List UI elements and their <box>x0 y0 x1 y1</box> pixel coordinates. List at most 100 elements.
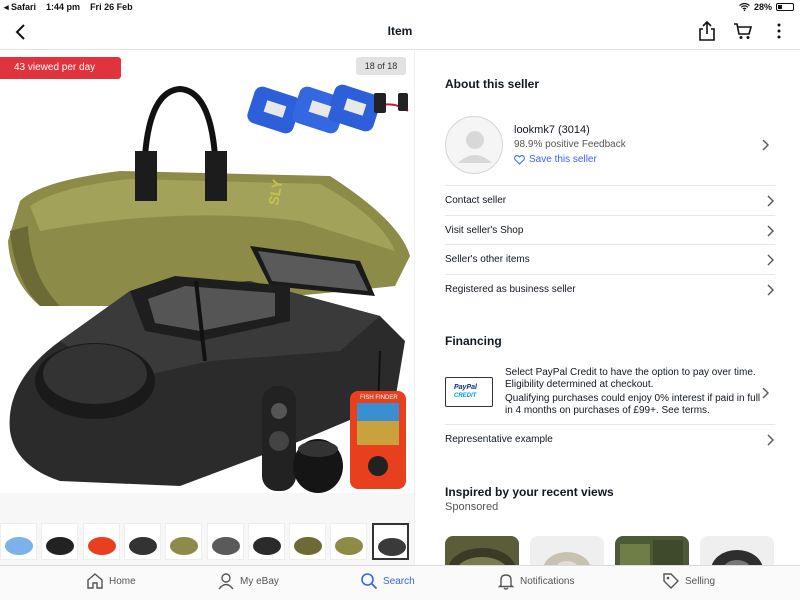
tab-search[interactable]: Search <box>360 572 415 590</box>
cart-icon <box>734 23 753 39</box>
navigation-bar: Item <box>0 14 800 50</box>
chevron-right-icon <box>767 434 774 446</box>
wifi-icon <box>739 3 750 11</box>
person-icon <box>218 573 234 590</box>
back-to-app[interactable]: ◂ Safari <box>4 2 36 13</box>
thumbnail-image <box>377 538 406 556</box>
recommendations-heading: Inspired by your recent views <box>445 485 614 499</box>
tab-selling-label: Selling <box>685 575 716 587</box>
thumbnail-6[interactable] <box>206 523 244 560</box>
fish-finder-image: FISH FINDER <box>350 391 406 489</box>
item-details-panel: About this seller lookmk7 (3014) 98.9% p… <box>414 51 800 565</box>
more-options-button[interactable] <box>768 20 790 42</box>
thumbnail-strip <box>0 493 414 565</box>
thumbnail-3[interactable] <box>82 523 120 560</box>
thumbnail-image <box>211 537 240 555</box>
thumbnail-image <box>294 537 323 555</box>
financing-heading: Financing <box>445 334 502 348</box>
chevron-right-icon[interactable] <box>762 387 770 399</box>
thumbnail-image <box>5 537 33 555</box>
thumbnail-8[interactable] <box>289 523 327 560</box>
page-title: Item <box>387 24 413 38</box>
thumbnail-image <box>87 537 116 555</box>
representative-example-row[interactable]: Representative example <box>445 424 775 454</box>
paypal-credit-logo: PayPal CREDIT <box>445 377 493 407</box>
thumbnail-image <box>252 537 281 555</box>
paypal-credit-text: CREDIT <box>454 393 477 399</box>
battery-percent: 28% <box>753 2 772 12</box>
bell-icon <box>497 574 515 590</box>
tab-search-label: Search <box>383 575 415 587</box>
tab-selling[interactable]: Selling <box>662 572 715 590</box>
thumbnail-image <box>170 537 199 555</box>
financing-text-1: Select PayPal Credit to have the option … <box>505 367 756 390</box>
thumbnail-9[interactable] <box>330 523 368 560</box>
chevron-right-icon <box>767 195 774 207</box>
recommendation-card[interactable] <box>445 536 519 565</box>
thumbnail-5[interactable] <box>165 523 203 560</box>
seller-avatar[interactable] <box>445 116 503 174</box>
chevron-right-icon <box>767 254 774 266</box>
share-icon <box>699 21 715 41</box>
representative-example-label: Representative example <box>445 434 553 445</box>
tab-my-ebay[interactable]: My eBay <box>217 572 279 590</box>
tab-my-ebay-label: My eBay <box>240 575 279 587</box>
seller-feedback: 98.9% positive Feedback <box>514 139 626 150</box>
financing-details[interactable]: Select PayPal Credit to have the option … <box>505 367 770 419</box>
search-icon <box>361 573 378 590</box>
chevron-right-icon[interactable] <box>762 139 770 151</box>
about-seller-heading: About this seller <box>445 77 540 91</box>
thumbnail-1[interactable] <box>0 523 37 560</box>
battery-icon <box>776 3 794 11</box>
chevron-right-icon <box>767 225 774 237</box>
sonar-sensor-image <box>293 439 343 493</box>
svg-text:FISH FINDER: FISH FINDER <box>360 395 398 401</box>
tab-notifications-label: Notifications <box>520 575 575 587</box>
tab-notifications[interactable]: Notifications <box>497 572 574 590</box>
tab-home[interactable]: Home <box>86 572 136 590</box>
battery-fill <box>778 5 782 9</box>
recommendation-card[interactable] <box>700 536 774 565</box>
thumbnail-4[interactable] <box>123 523 161 560</box>
status-time: 1:44 pm <box>46 2 81 12</box>
share-button[interactable] <box>696 20 718 42</box>
more-icon <box>777 23 781 39</box>
visit-shop-row[interactable]: Visit seller's Shop <box>445 215 775 245</box>
contact-seller-row[interactable]: Contact seller <box>445 185 775 215</box>
business-seller-row[interactable]: Registered as business seller <box>445 274 775 304</box>
seller-name[interactable]: lookmk7 (3014) <box>514 124 590 136</box>
person-placeholder-icon <box>458 131 492 163</box>
battery-pack-image <box>247 84 409 134</box>
seller-other-items-row[interactable]: Seller's other items <box>445 244 775 274</box>
recommendation-image <box>543 552 591 565</box>
recommendation-image <box>711 550 763 565</box>
paypal-logo-text: PayPal <box>454 384 477 391</box>
status-date: Fri 26 Feb <box>90 2 133 12</box>
heart-icon <box>514 154 525 165</box>
thumbnail-image <box>46 537 75 555</box>
seller-other-items-label: Seller's other items <box>445 254 530 265</box>
visit-shop-label: Visit seller's Shop <box>445 225 524 236</box>
save-seller-link[interactable]: Save this seller <box>514 154 597 165</box>
home-icon <box>87 573 103 589</box>
cart-button[interactable] <box>732 20 754 42</box>
business-seller-label: Registered as business seller <box>445 284 576 295</box>
financing-text-2: Qualifying purchases could enjoy 0% inte… <box>505 393 761 416</box>
thumbnail-10[interactable] <box>371 523 409 560</box>
status-bar: ◂ Safari 1:44 pm Fri 26 Feb 28% <box>0 0 800 14</box>
sponsored-label: Sponsored <box>445 501 499 513</box>
recommendation-card[interactable] <box>615 536 689 565</box>
product-image[interactable]: SLY FISH FINDER <box>0 81 414 493</box>
tab-home-label: Home <box>109 575 136 587</box>
recommendation-image <box>620 540 683 565</box>
save-seller-label: Save this seller <box>529 154 597 165</box>
views-badge: 43 viewed per day <box>0 57 121 79</box>
thumbnail-7[interactable] <box>247 523 285 560</box>
recommendation-card[interactable] <box>530 536 604 565</box>
product-image-gallery[interactable]: 43 viewed per day 18 of 18 SLY FISH FIND… <box>0 51 414 493</box>
tag-icon <box>663 573 679 589</box>
thumbnail-2[interactable] <box>41 523 79 560</box>
thumbnail-image <box>335 537 364 555</box>
contact-seller-label: Contact seller <box>445 195 507 206</box>
image-page-counter: 18 of 18 <box>356 57 406 75</box>
